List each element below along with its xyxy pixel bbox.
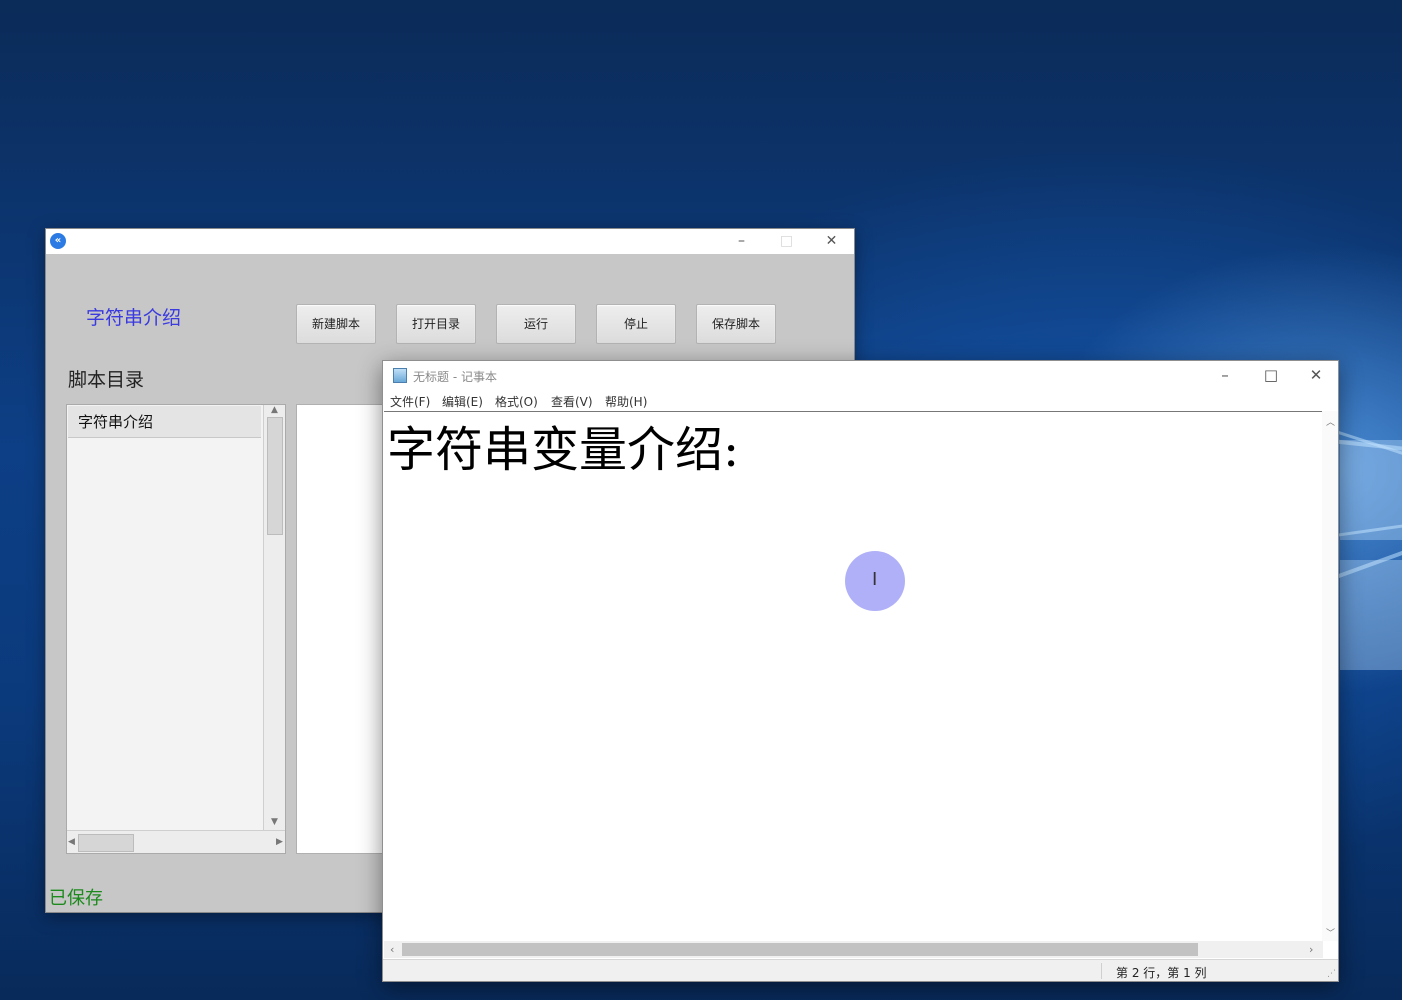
menu-bar: 文件(F) 编辑(E) 格式(O) 查看(V) 帮助(H) xyxy=(383,390,1338,411)
maximize-button[interactable]: □ xyxy=(1248,361,1294,390)
cursor-highlight: I xyxy=(845,551,905,611)
text-editor[interactable]: 字符串变量介绍: xyxy=(384,411,1323,941)
cursor-position: 第 2 行，第 1 列 xyxy=(1116,966,1207,980)
title-bar[interactable]: « – □ ✕ xyxy=(46,229,854,254)
script-list: 字符串介绍 ▲ ▼ ◀ ▶ xyxy=(66,404,286,854)
window-logo-pane xyxy=(1340,560,1402,670)
list-item[interactable]: 字符串介绍 xyxy=(68,406,261,438)
run-button[interactable]: 运行 xyxy=(496,304,576,344)
horizontal-scrollbar[interactable]: ◀ ▶ xyxy=(67,830,285,853)
close-button[interactable]: ✕ xyxy=(1293,361,1339,390)
resize-grip-icon[interactable]: ⋰ xyxy=(1327,969,1336,979)
app-logo-icon: « xyxy=(50,233,66,249)
status-bar: 第 2 行，第 1 列 ⋰ xyxy=(383,959,1338,981)
status-divider xyxy=(1101,963,1102,979)
scroll-up-icon[interactable]: ▲ xyxy=(271,405,278,415)
current-script-title: 字符串介绍 xyxy=(86,307,182,329)
notepad-icon xyxy=(393,368,407,383)
window-logo-pane xyxy=(1340,440,1402,540)
menu-format[interactable]: 格式(O) xyxy=(495,393,538,410)
close-button[interactable]: ✕ xyxy=(809,229,854,254)
scroll-left-icon[interactable]: ‹ xyxy=(390,943,394,956)
script-directory-heading: 脚本目录 xyxy=(68,369,145,391)
vertical-scrollbar[interactable]: ︿ ﹀ xyxy=(1322,411,1338,941)
save-script-button[interactable]: 保存脚本 xyxy=(696,304,776,344)
menu-view[interactable]: 查看(V) xyxy=(551,393,593,410)
stop-button[interactable]: 停止 xyxy=(596,304,676,344)
minimize-button[interactable]: – xyxy=(1202,361,1248,390)
code-editor-area[interactable] xyxy=(296,404,396,854)
scroll-right-icon[interactable]: › xyxy=(1309,943,1313,956)
scroll-down-icon[interactable]: ﹀ xyxy=(1326,926,1335,939)
scroll-left-icon[interactable]: ◀ xyxy=(68,837,75,847)
scroll-up-icon[interactable]: ︿ xyxy=(1326,415,1335,428)
scroll-down-icon[interactable]: ▼ xyxy=(271,817,278,827)
title-bar[interactable]: 无标题 - 记事本 – □ ✕ xyxy=(383,361,1338,390)
vertical-scrollbar[interactable]: ▲ ▼ xyxy=(263,405,285,830)
scroll-right-icon[interactable]: ▶ xyxy=(276,837,283,847)
status-label: 已保存 xyxy=(49,888,103,909)
scroll-thumb[interactable] xyxy=(402,943,1198,956)
menu-file[interactable]: 文件(F) xyxy=(390,393,430,410)
horizontal-scrollbar[interactable]: ‹ › xyxy=(384,941,1323,958)
menu-help[interactable]: 帮助(H) xyxy=(605,393,647,410)
notepad-window: 无标题 - 记事本 – □ ✕ 文件(F) 编辑(E) 格式(O) 查看(V) … xyxy=(382,360,1339,982)
window-title: 无标题 - 记事本 xyxy=(413,370,497,384)
menu-edit[interactable]: 编辑(E) xyxy=(442,393,483,410)
open-directory-button[interactable]: 打开目录 xyxy=(396,304,476,344)
new-script-button[interactable]: 新建脚本 xyxy=(296,304,376,344)
maximize-button: □ xyxy=(779,233,794,249)
minimize-button[interactable]: – xyxy=(719,229,764,254)
scroll-thumb[interactable] xyxy=(267,417,283,535)
scroll-thumb[interactable] xyxy=(78,834,134,852)
editor-content: 字符串变量介绍: xyxy=(387,422,740,478)
text-cursor-icon: I xyxy=(872,569,878,590)
